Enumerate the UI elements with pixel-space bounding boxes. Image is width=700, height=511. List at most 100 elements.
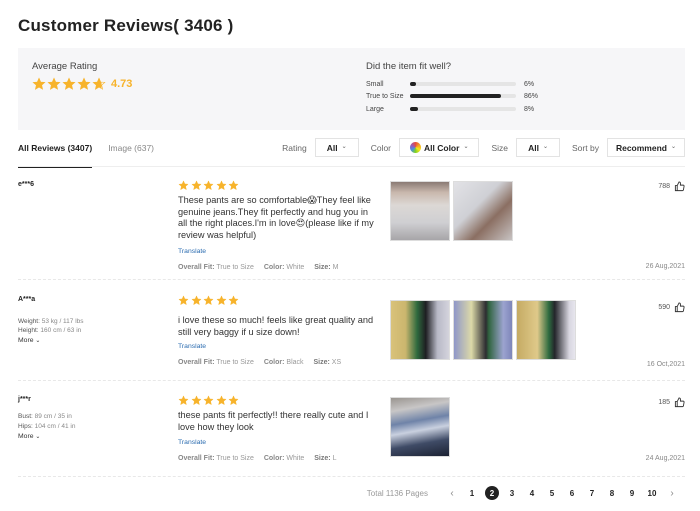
color-key: Color:: [263, 455, 285, 462]
like-button[interactable]: 788: [658, 181, 685, 192]
sort-select[interactable]: Recommend ⌄: [606, 138, 685, 157]
review-photo[interactable]: [453, 181, 513, 241]
translate-link[interactable]: Translate: [178, 439, 206, 446]
star-filled-icon: [228, 395, 239, 406]
size-key: Size:: [314, 264, 331, 271]
reviewer-hips: Hips: 104 cm / 41 in: [18, 423, 75, 430]
review-meta: Overall Fit: True to Size Color: White S…: [178, 455, 344, 462]
reviewer-bust: Bust: 89 cm / 35 in: [18, 413, 72, 420]
review-tabs: All Reviews (3407) Image (637): [18, 140, 170, 168]
star-filled-icon: [215, 295, 227, 306]
like-button[interactable]: 185: [658, 397, 685, 408]
review-text: These pants are so comfortable😱They feel…: [178, 195, 374, 240]
page-button[interactable]: 4: [525, 486, 539, 500]
chevron-down-icon: ⌄: [463, 144, 469, 150]
page-button[interactable]: 5: [545, 486, 559, 500]
fit-row-small: Small 6%: [366, 79, 534, 89]
star-filled-icon: [215, 180, 227, 191]
color-key: Color:: [263, 359, 285, 366]
pagination: Total 1136 Pages ‹ 1 2 3 4 5 6 7 8 9 10 ›: [367, 486, 682, 500]
next-page-button[interactable]: ›: [665, 486, 679, 500]
review-item: j***r Bust: 89 cm / 35 in Hips: 104 cm /…: [18, 385, 685, 477]
review-divider: [18, 380, 685, 381]
review-filters: Rating All ⌄ Color All Color ⌄ Size All ⌄ S…: [270, 138, 685, 157]
measure-key: Hips:: [18, 423, 33, 430]
measure-key: Height:: [18, 327, 39, 334]
review-stars: [178, 180, 241, 191]
color-wheel-icon: [410, 142, 422, 153]
star-filled-icon: [178, 180, 189, 191]
size-value: L: [332, 455, 337, 462]
color-filter-label: Color: [370, 142, 392, 153]
review-photo[interactable]: [390, 181, 450, 241]
sort-label: Sort by: [572, 142, 599, 153]
thumbs-up-icon: [674, 181, 685, 192]
star-filled-icon: [228, 295, 239, 306]
measure-key: Bust:: [18, 413, 33, 420]
page-button[interactable]: 1: [465, 486, 479, 500]
translate-link[interactable]: Translate: [178, 248, 206, 255]
measure-value: 53 kg / 117 lbs: [41, 318, 84, 325]
star-filled-icon: [203, 295, 214, 306]
fit-row-large: Large 8%: [366, 104, 534, 114]
page-button[interactable]: 8: [605, 486, 619, 500]
thumbs-up-icon: [674, 397, 685, 408]
color-filter-value: All Color: [424, 142, 460, 153]
color-key: Color:: [263, 264, 285, 271]
page-title: Customer Reviews( 3406 ): [18, 16, 234, 35]
star-partial-icon: [92, 77, 106, 90]
page-button[interactable]: 6: [565, 486, 579, 500]
fit-bar-track: [410, 107, 516, 111]
average-rating-value: 4.73: [111, 78, 133, 90]
review-date: 26 Aug,2021: [645, 263, 685, 270]
sort-value: Recommend: [615, 142, 667, 153]
review-text: these pants fit perfectly!! there really…: [178, 410, 369, 432]
translate-link[interactable]: Translate: [178, 343, 206, 350]
fit-value: True to Size: [216, 455, 254, 462]
star-filled-icon: [215, 395, 227, 406]
size-filter-select[interactable]: All ⌄: [516, 138, 561, 157]
star-filled-icon: [203, 395, 214, 406]
more-details-toggle[interactable]: More ⌄: [18, 337, 40, 344]
like-button[interactable]: 590: [658, 302, 685, 313]
review-photo[interactable]: [390, 397, 450, 457]
fit-bar-track: [410, 82, 516, 86]
review-photo[interactable]: [453, 300, 513, 360]
size-filter-label: Size: [491, 142, 509, 153]
tab-all-reviews[interactable]: All Reviews (3407): [18, 140, 93, 168]
fit-bar-track: [410, 94, 516, 98]
page-button[interactable]: 10: [645, 486, 659, 500]
review-photos: [390, 300, 579, 360]
review-photo[interactable]: [516, 300, 576, 360]
fit-label: True to Size: [366, 92, 404, 100]
rating-filter-select[interactable]: All ⌄: [314, 138, 359, 157]
more-details-toggle[interactable]: More ⌄: [18, 433, 40, 440]
review-photo[interactable]: [390, 300, 450, 360]
review-meta: Overall Fit: True to Size Color: White S…: [178, 264, 346, 271]
star-filled-icon: [62, 77, 76, 90]
size-key: Size:: [313, 359, 330, 366]
measure-value: 160 cm / 63 in: [40, 327, 82, 334]
page-button[interactable]: 7: [585, 486, 599, 500]
measure-key: Weight:: [18, 318, 40, 325]
color-value: Black: [286, 359, 304, 366]
measure-value: 104 cm / 41 in: [34, 423, 76, 430]
more-label: More: [18, 433, 34, 440]
prev-page-button[interactable]: ‹: [445, 486, 459, 500]
review-stars: [178, 395, 241, 406]
page-button-current[interactable]: 2: [485, 486, 499, 500]
reviewer-name: e***6: [18, 181, 34, 188]
reviewer-name: A***a: [18, 296, 36, 303]
tab-image-reviews[interactable]: Image (637): [108, 140, 154, 168]
color-filter-select[interactable]: All Color ⌄: [399, 138, 480, 157]
star-filled-icon: [178, 295, 189, 306]
page-button[interactable]: 3: [505, 486, 519, 500]
rating-filter-label: Rating: [282, 142, 307, 153]
like-count: 185: [658, 399, 670, 406]
star-filled-icon: [47, 77, 61, 90]
fit-value: True to Size: [216, 264, 254, 271]
chevron-down-icon: ⌄: [35, 434, 41, 440]
reviewer-name: j***r: [18, 396, 31, 403]
like-count: 590: [658, 304, 670, 311]
page-button[interactable]: 9: [625, 486, 639, 500]
